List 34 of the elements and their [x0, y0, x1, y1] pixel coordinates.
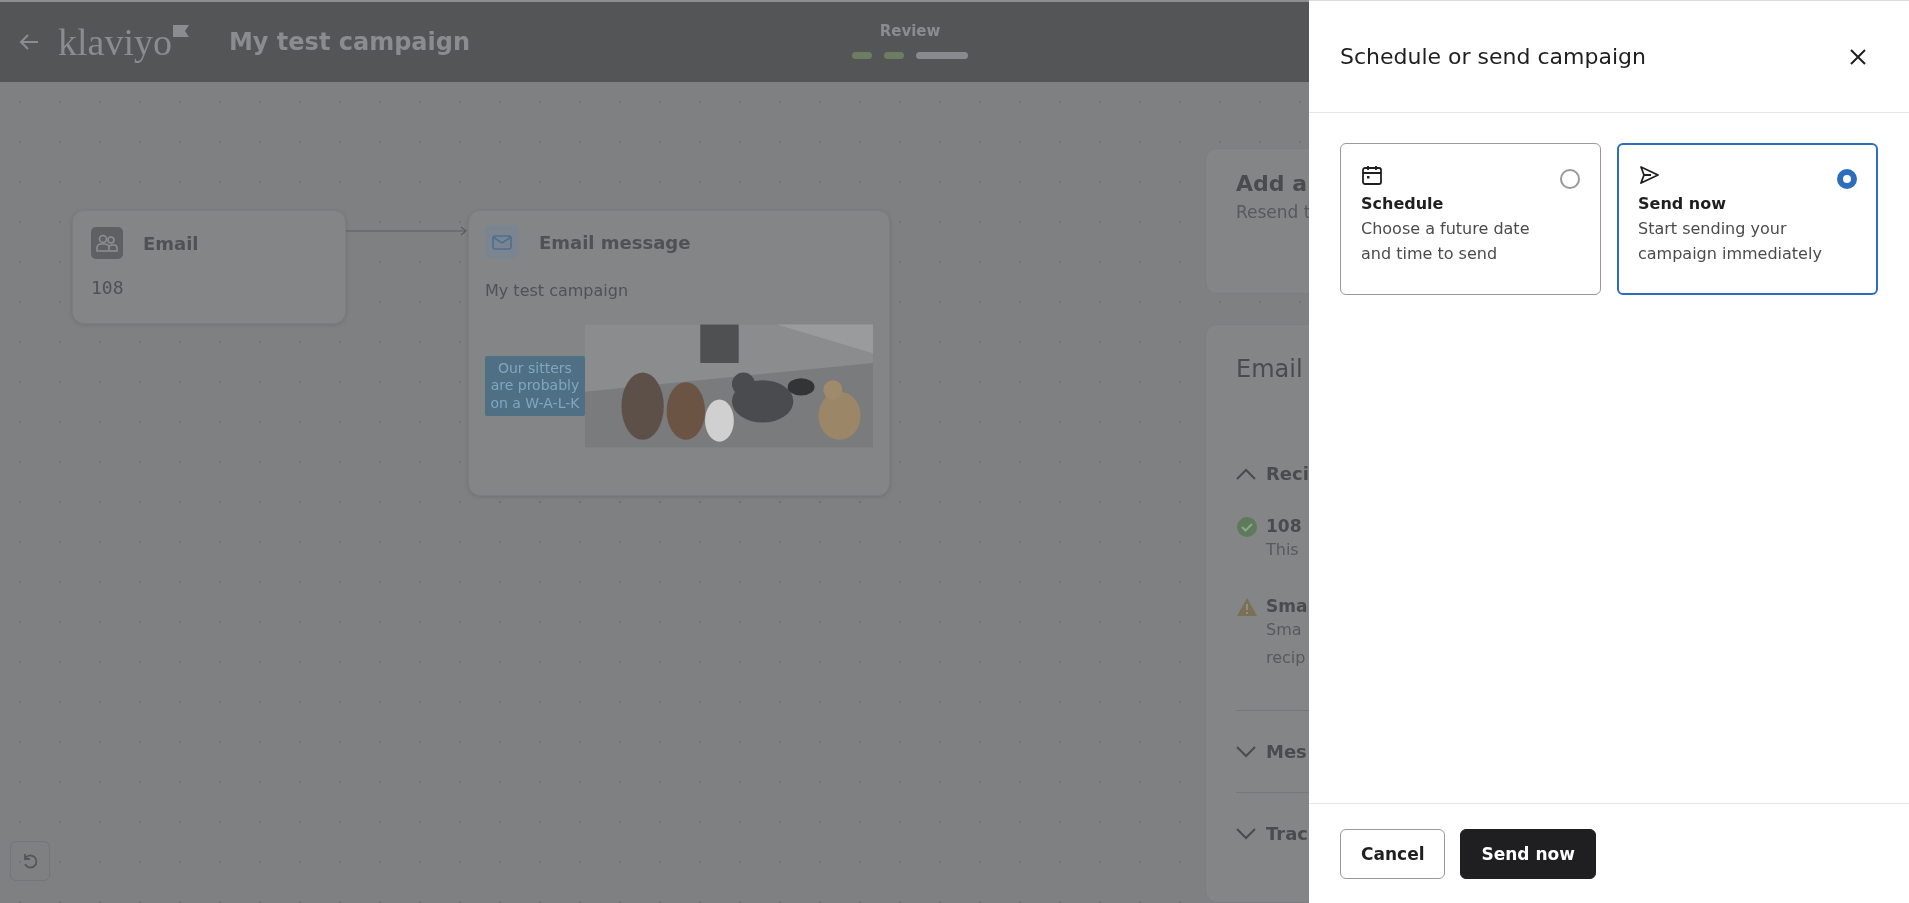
- flag-icon: [173, 25, 189, 37]
- card-title: Add a: [1236, 171, 1309, 196]
- option-description: Start sending your campaign immediately: [1638, 218, 1823, 265]
- chevron-down-icon[interactable]: [1236, 745, 1256, 758]
- check-title: Sma: [1266, 596, 1309, 616]
- chevron-up-icon[interactable]: [1236, 467, 1256, 480]
- option-card[interactable]: Schedule Choose a future date and time to send: [1340, 143, 1601, 295]
- radio-button[interactable]: [1837, 169, 1857, 189]
- step-label: Review: [879, 22, 941, 40]
- section-title[interactable]: Mes: [1266, 741, 1307, 762]
- send-now-button[interactable]: Send now: [1460, 828, 1596, 879]
- warning-triangle-icon: [1236, 596, 1258, 618]
- calendar-icon: [1361, 164, 1383, 186]
- check-circle-icon: [1236, 516, 1258, 538]
- option-card[interactable]: Send now Start sending your campaign immediately: [1617, 143, 1878, 295]
- option-description: Choose a future date and time to send: [1361, 218, 1531, 265]
- logo-text: klaviyo: [58, 23, 172, 61]
- option-title: Send now: [1638, 194, 1727, 213]
- radio-button[interactable]: [1560, 169, 1580, 189]
- cancel-button[interactable]: Cancel: [1340, 828, 1446, 879]
- banner-text: Our sitters are probably on a W-A-L-K: [485, 355, 585, 417]
- chevron-down-icon[interactable]: [1236, 827, 1256, 840]
- campaign-title: My test campaign: [229, 28, 471, 56]
- envelope-icon: [485, 225, 519, 259]
- drawer-title: Schedule or send campaign: [1340, 44, 1646, 69]
- section-title[interactable]: Trac: [1266, 823, 1308, 844]
- check-title: 108: [1266, 516, 1303, 536]
- undo-button[interactable]: [10, 841, 50, 881]
- option-title: Schedule: [1361, 194, 1445, 213]
- card-title: Email: [1236, 355, 1304, 383]
- paper-plane-icon: [1638, 164, 1660, 186]
- section-title[interactable]: Reci: [1266, 463, 1309, 484]
- people-icon: [91, 227, 123, 259]
- close-icon: [1849, 47, 1867, 66]
